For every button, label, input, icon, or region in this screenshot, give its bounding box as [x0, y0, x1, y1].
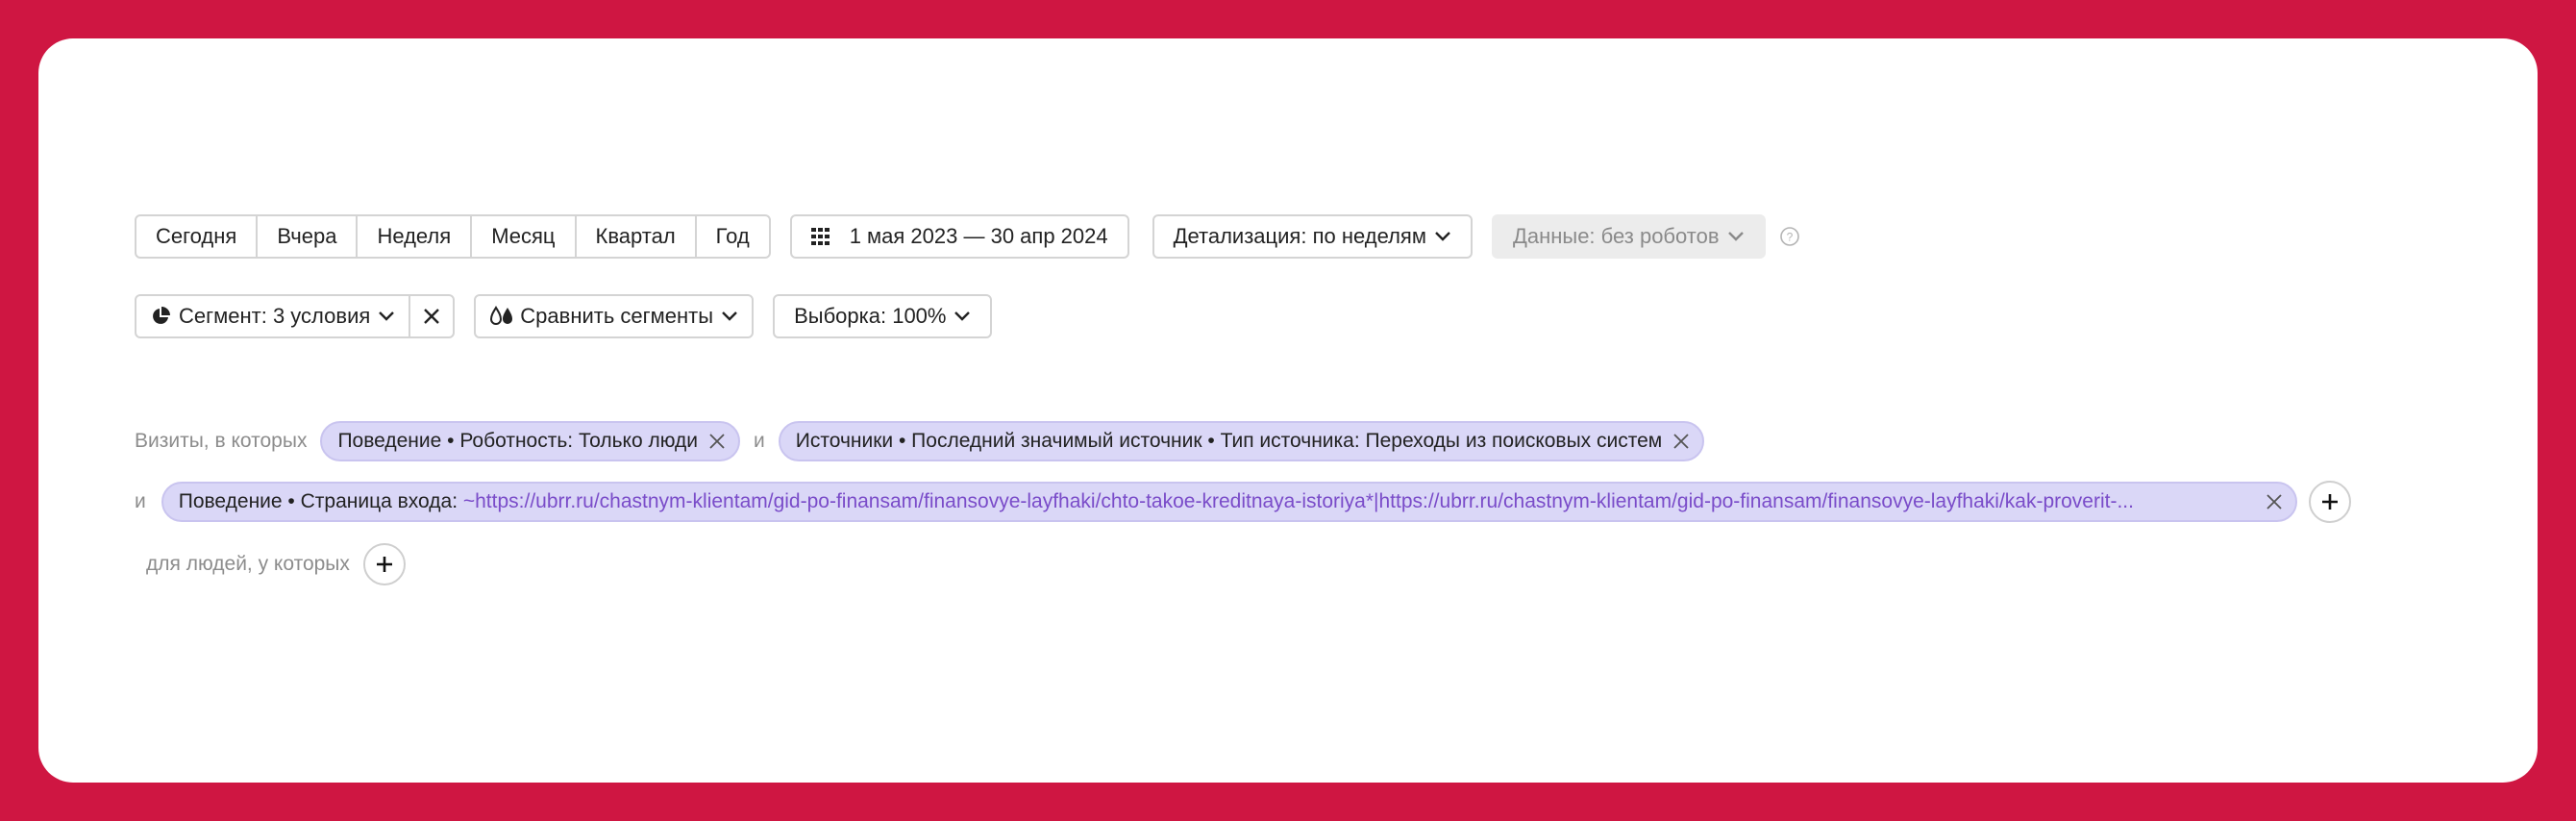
people-label: для людей, у которых — [146, 553, 350, 575]
chevron-down-icon — [370, 311, 395, 322]
close-icon — [422, 307, 441, 326]
sample-dropdown[interactable]: Выборка: 100% — [773, 294, 993, 338]
and-label: и — [135, 490, 146, 512]
period-toolbar: Сегодня Вчера Неделя Месяц Квартал Год 1… — [135, 213, 1800, 260]
period-today[interactable]: Сегодня — [136, 216, 259, 257]
segment-clear-button[interactable] — [409, 296, 453, 336]
condition-text: Поведение • Роботность: Только люди — [337, 430, 699, 452]
visits-label: Визиты, в которых — [135, 430, 308, 452]
visit-conditions: Визиты, в которых Поведение • Роботность… — [135, 420, 1705, 462]
main-panel — [38, 38, 2538, 783]
svg-text:?: ? — [1786, 231, 1793, 244]
condition-chip-robotness[interactable]: Поведение • Роботность: Только люди — [320, 421, 741, 461]
detail-label: Детализация: по неделям — [1173, 224, 1426, 248]
close-icon[interactable] — [698, 432, 727, 451]
plus-icon — [374, 554, 395, 575]
date-range-button[interactable]: 1 мая 2023 — 30 апр 2024 — [789, 214, 1129, 259]
entry-page-conditions: и Поведение • Страница входа: ~https://u… — [135, 481, 2351, 523]
period-month[interactable]: Месяц — [472, 216, 577, 257]
compare-segments-label: Сравнить сегменты — [520, 304, 714, 328]
close-icon[interactable] — [2255, 492, 2284, 511]
period-yesterday[interactable]: Вчера — [258, 216, 359, 257]
detail-dropdown[interactable]: Детализация: по неделям — [1152, 214, 1473, 259]
add-people-condition-button[interactable] — [362, 543, 406, 585]
calendar-icon — [810, 228, 834, 245]
condition-chip-source[interactable]: Источники • Последний значимый источник … — [778, 421, 1705, 461]
sample-label: Выборка: 100% — [794, 304, 947, 328]
compare-segments-dropdown[interactable]: Сравнить сегменты — [474, 294, 755, 338]
segment-selector: Сегмент: 3 условия — [135, 294, 456, 338]
compare-drops-icon — [489, 306, 514, 327]
condition-text: Источники • Последний значимый источник … — [795, 430, 1663, 452]
date-range-label: 1 мая 2023 — 30 апр 2024 — [849, 224, 1108, 248]
plus-icon — [2319, 491, 2341, 512]
chevron-down-icon — [946, 311, 971, 322]
condition-chip-entry-page[interactable]: Поведение • Страница входа: ~https://ubr… — [161, 482, 2297, 522]
chevron-down-icon — [1720, 231, 1745, 242]
condition-prefix: Поведение • Страница входа: — [178, 490, 463, 512]
period-tabs: Сегодня Вчера Неделя Месяц Квартал Год — [135, 214, 771, 259]
data-filter-dropdown[interactable]: Данные: без роботов — [1491, 214, 1766, 259]
period-week[interactable]: Неделя — [358, 216, 473, 257]
segment-toolbar: Сегмент: 3 условия Сравнить сегменты Выб… — [135, 293, 993, 339]
period-year[interactable]: Год — [697, 216, 769, 257]
pie-chart-icon — [150, 306, 171, 327]
close-icon[interactable] — [1662, 432, 1691, 451]
chevron-down-icon — [713, 311, 738, 322]
data-filter-label: Данные: без роботов — [1512, 224, 1720, 248]
help-icon[interactable]: ? — [1779, 226, 1800, 247]
people-conditions: для людей, у которых — [146, 541, 406, 587]
add-condition-button[interactable] — [2308, 481, 2351, 523]
condition-text: Поведение • Страница входа: ~https://ubr… — [179, 490, 2255, 513]
segment-label: Сегмент: 3 условия — [179, 304, 371, 328]
chevron-down-icon — [1426, 231, 1451, 242]
period-quarter[interactable]: Квартал — [577, 216, 697, 257]
condition-url-value: ~https://ubrr.ru/chastnym-klientam/gid-p… — [462, 490, 2134, 512]
and-label: и — [754, 430, 765, 452]
segment-dropdown[interactable]: Сегмент: 3 условия — [136, 296, 409, 336]
